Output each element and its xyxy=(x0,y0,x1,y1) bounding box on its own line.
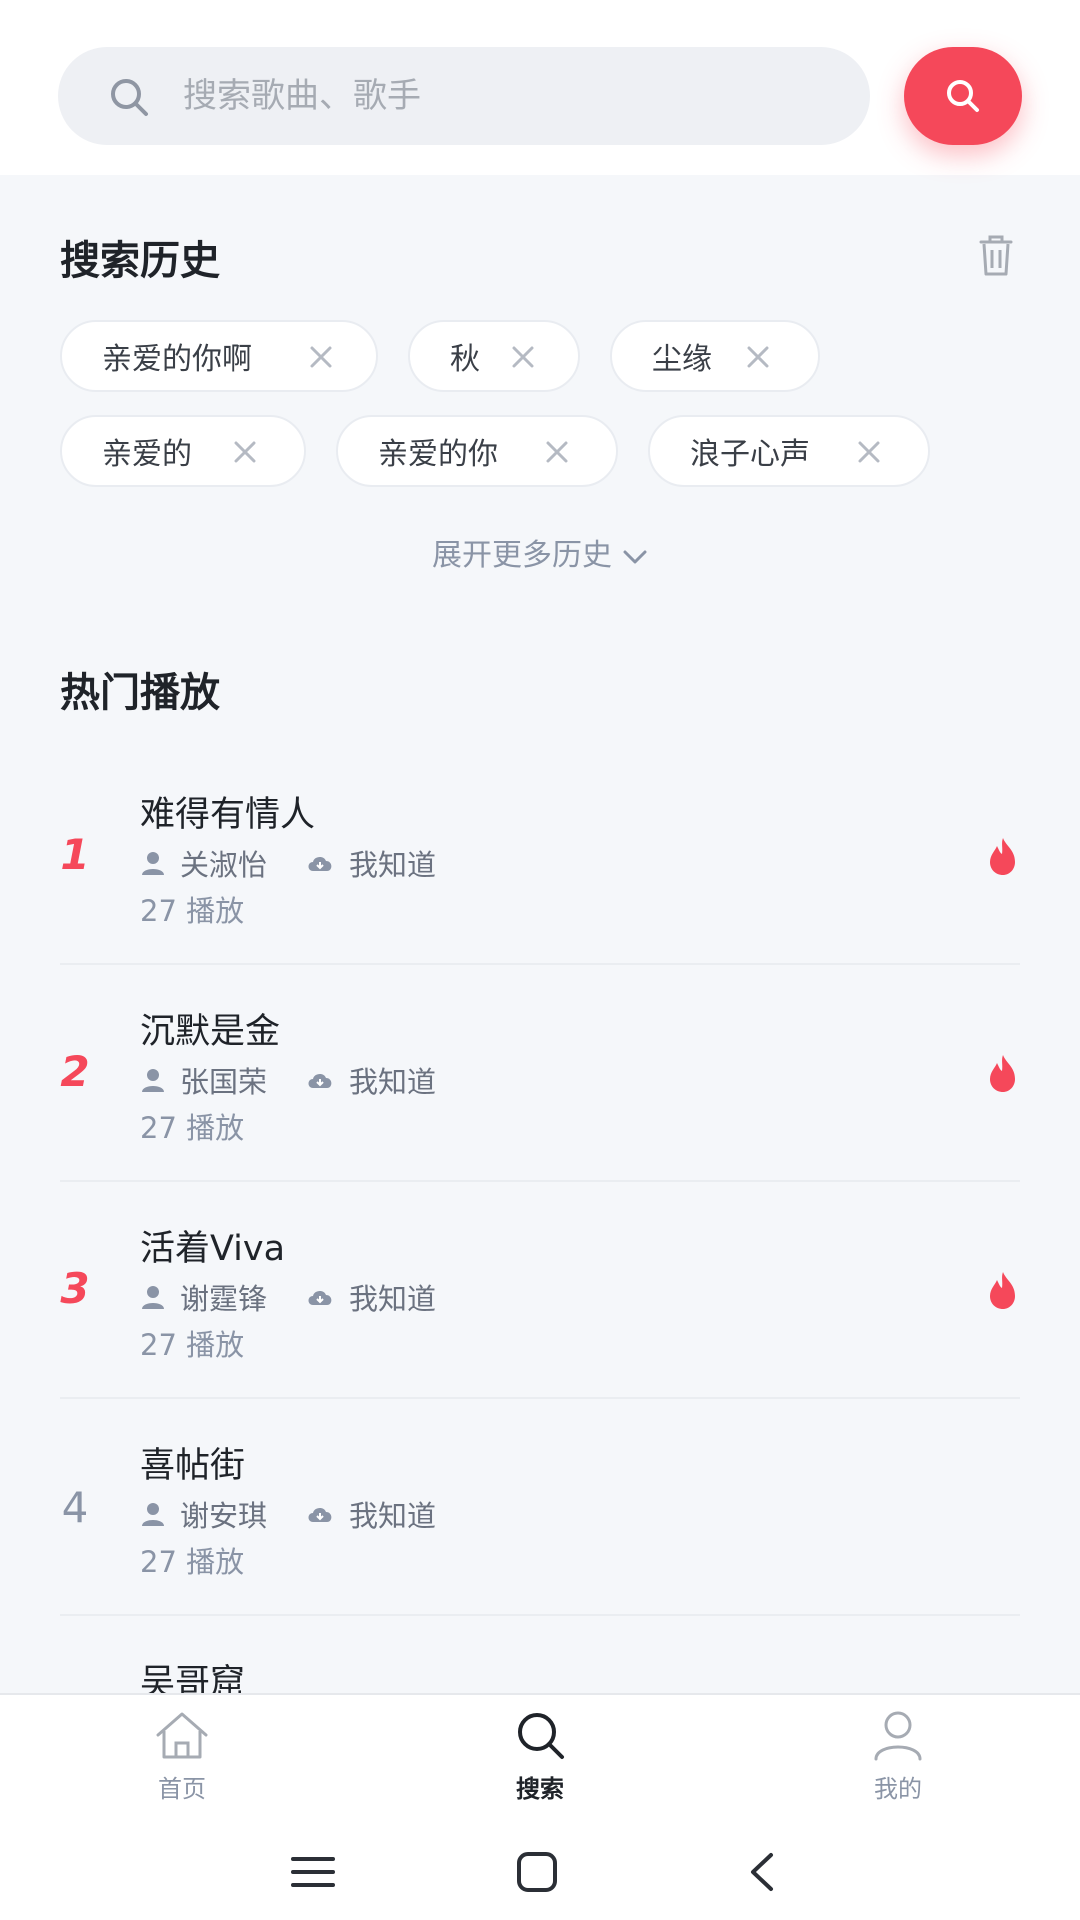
history-chip-label: 秋 xyxy=(450,342,480,377)
trash-icon[interactable] xyxy=(975,232,1017,278)
search-icon xyxy=(111,79,148,116)
rank-number: 3 xyxy=(60,1264,90,1313)
history-chip-label: 尘缘 xyxy=(652,342,712,377)
list-item[interactable]: 3 活着Viva 谢霆锋 我知道 27 播放 xyxy=(60,1182,1020,1399)
artist-name: 张国荣 xyxy=(180,1065,268,1099)
rank-number: 1 xyxy=(60,830,90,879)
user-icon xyxy=(142,1286,164,1309)
rank-number: 2 xyxy=(60,1047,90,1096)
expand-history-label: 展开更多历史 xyxy=(432,538,612,573)
fire-icon xyxy=(990,838,1015,875)
history-chip[interactable]: 浪子心声 xyxy=(648,415,930,487)
hot-title: 热门播放 xyxy=(60,670,220,716)
history-chip-label: 亲爱的你 xyxy=(378,437,498,472)
back-icon[interactable] xyxy=(733,1847,793,1897)
play-count: 27 播放 xyxy=(140,894,245,928)
search-button[interactable] xyxy=(904,47,1022,145)
song-meta: 谢安琪 我知道 xyxy=(140,1493,436,1535)
history-chip[interactable]: 亲爱的你 xyxy=(336,415,618,487)
play-count: 27 播放 xyxy=(140,1328,245,1362)
song-title: 难得有情人 xyxy=(140,795,316,835)
user-icon xyxy=(142,852,164,875)
tab-mine[interactable]: 我的 xyxy=(818,1709,978,1804)
close-icon[interactable] xyxy=(745,344,771,370)
close-icon[interactable] xyxy=(856,439,882,465)
tab-mine-label: 我的 xyxy=(874,1775,922,1803)
song-meta: 关淑怡 我知道 xyxy=(140,842,436,884)
history-chip[interactable]: 亲爱的你啊 xyxy=(60,320,378,392)
history-chip[interactable]: 亲爱的 xyxy=(60,415,306,487)
tab-home[interactable]: 首页 xyxy=(102,1709,262,1804)
user-icon xyxy=(142,1503,164,1526)
close-icon[interactable] xyxy=(510,344,536,370)
search-icon xyxy=(518,1713,564,1759)
artist-name: 谢霆锋 xyxy=(180,1282,268,1316)
history-chip-label: 亲爱的你啊 xyxy=(102,342,252,377)
user-icon xyxy=(142,1069,164,1092)
chevron-down-icon xyxy=(623,550,647,563)
search-icon xyxy=(947,80,979,112)
song-title: 沉默是金 xyxy=(140,1012,281,1052)
close-icon[interactable] xyxy=(544,439,570,465)
history-title: 搜索历史 xyxy=(60,238,220,284)
header xyxy=(0,0,1080,175)
list-item[interactable]: 1 难得有情人 关淑怡 我知道 27 播放 xyxy=(60,748,1020,965)
menu-icon[interactable] xyxy=(283,1847,343,1897)
play-count: 27 播放 xyxy=(140,1111,245,1145)
tab-search-label: 搜索 xyxy=(516,1775,564,1803)
history-chip[interactable]: 尘缘 xyxy=(610,320,820,392)
artist-name: 谢安琪 xyxy=(180,1499,268,1533)
tab-home-label: 首页 xyxy=(158,1775,206,1803)
user-icon xyxy=(874,1711,922,1761)
cloud-icon xyxy=(308,1507,332,1522)
play-count: 27 播放 xyxy=(140,1545,245,1579)
fire-icon xyxy=(990,1272,1015,1309)
history-chip[interactable]: 秋 xyxy=(408,320,580,392)
square-icon[interactable] xyxy=(507,1847,567,1897)
search-input[interactable] xyxy=(183,47,843,145)
source-name: 我知道 xyxy=(349,1282,437,1316)
fire-icon xyxy=(990,1055,1015,1092)
system-nav-bar xyxy=(0,1825,1080,1920)
cloud-icon xyxy=(308,856,332,871)
list-item[interactable]: 2 沉默是金 张国荣 我知道 27 播放 xyxy=(60,965,1020,1182)
home-icon xyxy=(156,1712,208,1759)
cloud-icon xyxy=(308,1290,332,1305)
tab-bar: 首页 搜索 我的 xyxy=(0,1693,1080,1825)
list-item[interactable]: 4 喜帖街 谢安琪 我知道 27 播放 xyxy=(60,1399,1020,1616)
source-name: 我知道 xyxy=(349,848,437,882)
source-name: 我知道 xyxy=(349,1499,437,1533)
search-bar[interactable] xyxy=(58,47,870,145)
cloud-icon xyxy=(308,1073,332,1088)
history-chip-label: 亲爱的 xyxy=(102,437,192,472)
tab-search[interactable]: 搜索 xyxy=(460,1709,620,1804)
source-name: 我知道 xyxy=(349,1065,437,1099)
artist-name: 关淑怡 xyxy=(180,848,268,882)
rank-number: 4 xyxy=(61,1483,89,1532)
close-icon[interactable] xyxy=(308,344,334,370)
song-meta: 谢霆锋 我知道 xyxy=(140,1276,436,1318)
history-chip-label: 浪子心声 xyxy=(690,437,810,472)
song-meta: 张国荣 我知道 xyxy=(140,1059,436,1101)
expand-history-button[interactable]: 展开更多历史 xyxy=(0,530,1080,574)
song-title: 喜帖街 xyxy=(140,1446,246,1486)
song-title: 活着Viva xyxy=(140,1229,286,1269)
close-icon[interactable] xyxy=(232,439,258,465)
